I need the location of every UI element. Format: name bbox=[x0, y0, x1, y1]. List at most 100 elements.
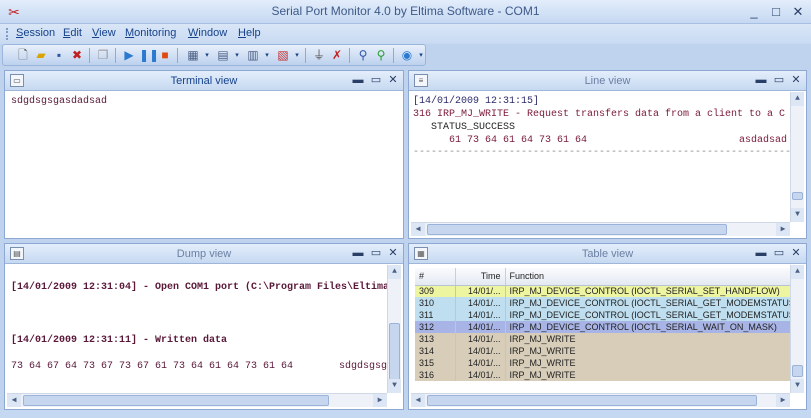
terminal-content[interactable]: sdgdsgsgasdadsad bbox=[7, 92, 401, 236]
vertical-scrollbar[interactable]: ▲ ▼ bbox=[790, 265, 804, 393]
column-header-function[interactable]: Function bbox=[505, 268, 800, 286]
cell-function: IRP_MJ_WRITE bbox=[505, 345, 800, 357]
chevron-down-icon[interactable]: ▾ bbox=[199, 48, 215, 63]
scroll-thumb[interactable] bbox=[792, 365, 803, 377]
column-header-time[interactable]: Time bbox=[455, 268, 506, 286]
scroll-thumb[interactable] bbox=[389, 323, 400, 385]
save-icon[interactable]: ▪ bbox=[51, 48, 67, 63]
panel-close-button[interactable]: ✕ bbox=[386, 73, 400, 87]
find-icon[interactable]: ⚲ bbox=[355, 48, 371, 63]
scroll-left-icon[interactable]: ◀ bbox=[411, 223, 425, 236]
dump-line-open: [14/01/2009 12:31:04] - Open COM1 port (… bbox=[11, 282, 390, 293]
menu-edit[interactable]: Edit bbox=[63, 27, 82, 39]
title-bar: ✂ Serial Port Monitor 4.0 by Eltima Soft… bbox=[0, 0, 811, 24]
scroll-down-icon[interactable]: ▼ bbox=[388, 379, 401, 393]
scroll-up-icon[interactable]: ▲ bbox=[791, 265, 804, 279]
cell-time: 14/01/... bbox=[455, 357, 506, 369]
dump-ascii: sdgdsgsg bbox=[339, 361, 388, 372]
cell-number: 313 bbox=[415, 333, 456, 345]
cell-function: IRP_MJ_DEVICE_CONTROL (IOCTL_SERIAL_GET_… bbox=[505, 309, 800, 321]
menu-monitoring[interactable]: Monitoring bbox=[125, 27, 176, 39]
minimize-button[interactable]: _ bbox=[744, 3, 764, 21]
vertical-scrollbar[interactable]: ▲ ▼ bbox=[387, 265, 401, 393]
line-timestamp: [14/01/2009 12:31:15] bbox=[413, 96, 540, 107]
scroll-left-icon[interactable]: ◀ bbox=[7, 394, 21, 407]
horizontal-scrollbar[interactable]: ◀ ▶ bbox=[7, 393, 387, 407]
close-session-icon[interactable]: ✖ bbox=[69, 48, 85, 63]
panel-minimize-button[interactable]: ▬ bbox=[351, 246, 365, 260]
scroll-up-icon[interactable]: ▲ bbox=[791, 92, 804, 106]
table-row[interactable]: 314 14/01/... IRP_MJ_WRITE bbox=[415, 345, 800, 357]
panel-maximize-button[interactable]: ▭ bbox=[369, 73, 383, 87]
cell-function: IRP_MJ_WRITE bbox=[505, 333, 800, 345]
panel-maximize-button[interactable]: ▭ bbox=[772, 73, 786, 87]
main-toolbar: 🗋 ▰ ▪ ✖ ❐ ▶ ❚❚ ■ ▦ ▾ ▤ ▾ ▥ ▾ ▧ ▾ ⏚ ✗ ⚲ ⚲… bbox=[2, 44, 426, 66]
panel-minimize-button[interactable]: ▬ bbox=[351, 73, 365, 87]
menu-session[interactable]: Session bbox=[16, 27, 55, 39]
start-icon[interactable]: ▶ bbox=[121, 48, 137, 63]
cell-number: 311 bbox=[415, 309, 456, 321]
column-header-number[interactable]: # bbox=[415, 268, 456, 286]
scroll-thumb[interactable] bbox=[427, 395, 757, 406]
scroll-down-icon[interactable]: ▼ bbox=[791, 379, 804, 393]
panel-minimize-button[interactable]: ▬ bbox=[754, 73, 768, 87]
menu-help[interactable]: Help bbox=[238, 27, 261, 39]
filter-icon[interactable]: ⏚ bbox=[311, 48, 327, 63]
scroll-down-icon[interactable]: ▼ bbox=[791, 208, 804, 222]
chevron-down-icon[interactable]: ▾ bbox=[229, 48, 245, 63]
horizontal-scrollbar[interactable]: ◀ ▶ bbox=[411, 393, 790, 407]
panel-close-button[interactable]: ✕ bbox=[789, 246, 803, 260]
scroll-up-icon[interactable]: ▲ bbox=[388, 265, 401, 279]
scroll-right-icon[interactable]: ▶ bbox=[776, 394, 790, 407]
maximize-button[interactable]: □ bbox=[766, 3, 786, 21]
chevron-down-icon[interactable]: ▾ bbox=[289, 48, 305, 63]
table-row[interactable]: 310 14/01/... IRP_MJ_DEVICE_CONTROL (IOCTL… bbox=[415, 297, 800, 309]
terminal-text: sdgdsgsgasdadsad bbox=[11, 96, 108, 107]
scroll-right-icon[interactable]: ▶ bbox=[373, 394, 387, 407]
panel-maximize-button[interactable]: ▭ bbox=[369, 246, 383, 260]
cell-number: 315 bbox=[415, 357, 456, 369]
chevron-down-icon[interactable]: ▾ bbox=[259, 48, 275, 63]
table-row[interactable]: 309 14/01/... IRP_MJ_DEVICE_CONTROL (IOCTL… bbox=[415, 285, 800, 297]
scroll-thumb[interactable] bbox=[792, 192, 803, 200]
vertical-scrollbar[interactable]: ▲ ▼ bbox=[790, 92, 804, 222]
table-row[interactable]: 311 14/01/... IRP_MJ_DEVICE_CONTROL (IOCTL… bbox=[415, 309, 800, 321]
find-next-icon[interactable]: ⚲ bbox=[373, 48, 389, 63]
cell-time: 14/01/... bbox=[455, 345, 506, 357]
pause-icon[interactable]: ❚❚ bbox=[139, 48, 159, 63]
table-row[interactable]: 312 14/01/... IRP_MJ_DEVICE_CONTROL (IOCTL… bbox=[415, 321, 800, 333]
new-session-icon[interactable]: 🗋 bbox=[15, 48, 31, 63]
panel-close-button[interactable]: ✕ bbox=[386, 246, 400, 260]
horizontal-scrollbar[interactable]: ◀ ▶ bbox=[411, 222, 790, 236]
menu-window[interactable]: Window bbox=[188, 27, 227, 39]
clear-icon[interactable]: ✗ bbox=[329, 48, 345, 63]
table-row[interactable]: 313 14/01/... IRP_MJ_WRITE bbox=[415, 333, 800, 345]
cell-number: 314 bbox=[415, 345, 456, 357]
scroll-right-icon[interactable]: ▶ bbox=[776, 223, 790, 236]
dump-line-written: [14/01/2009 12:31:11] - Written data bbox=[11, 335, 228, 346]
cell-function: IRP_MJ_DEVICE_CONTROL (IOCTL_SERIAL_GET_… bbox=[505, 297, 800, 309]
panel-close-button[interactable]: ✕ bbox=[789, 73, 803, 87]
line-status: STATUS_SUCCESS bbox=[431, 122, 516, 133]
scroll-thumb[interactable] bbox=[427, 224, 727, 235]
copy-icon[interactable]: ❐ bbox=[95, 48, 111, 63]
scroll-thumb[interactable] bbox=[23, 395, 329, 406]
table-row[interactable]: 316 14/01/... IRP_MJ_WRITE bbox=[415, 369, 800, 381]
panel-maximize-button[interactable]: ▭ bbox=[772, 246, 786, 260]
panel-header: ▦ Table view ▬ ▭ ✕ bbox=[409, 244, 806, 264]
menu-grip-icon[interactable] bbox=[6, 28, 9, 40]
chevron-down-icon[interactable]: ▾ bbox=[413, 48, 429, 63]
line-content[interactable]: [14/01/2009 12:31:15] 316 IRP_MJ_WRITE -… bbox=[411, 92, 804, 236]
dump-content[interactable]: [14/01/2009 12:31:04] - Open COM1 port (… bbox=[7, 265, 401, 407]
scroll-left-icon[interactable]: ◀ bbox=[411, 394, 425, 407]
menu-bar: Session Edit View Monitoring Window Help bbox=[0, 24, 811, 44]
close-button[interactable]: ✕ bbox=[788, 3, 808, 21]
menu-view[interactable]: View bbox=[92, 27, 116, 39]
open-icon[interactable]: ▰ bbox=[33, 48, 49, 63]
panel-title: Terminal view bbox=[170, 75, 238, 87]
table-row[interactable]: 315 14/01/... IRP_MJ_WRITE bbox=[415, 357, 800, 369]
panel-minimize-button[interactable]: ▬ bbox=[754, 246, 768, 260]
stop-icon[interactable]: ■ bbox=[157, 48, 173, 63]
table-content: # Time Function 309 14/01/... IRP_MJ_DEVIC… bbox=[411, 265, 804, 407]
dump-view-panel: ▤ Dump view ▬ ▭ ✕ [14/01/2009 12:31:04] … bbox=[4, 243, 404, 410]
